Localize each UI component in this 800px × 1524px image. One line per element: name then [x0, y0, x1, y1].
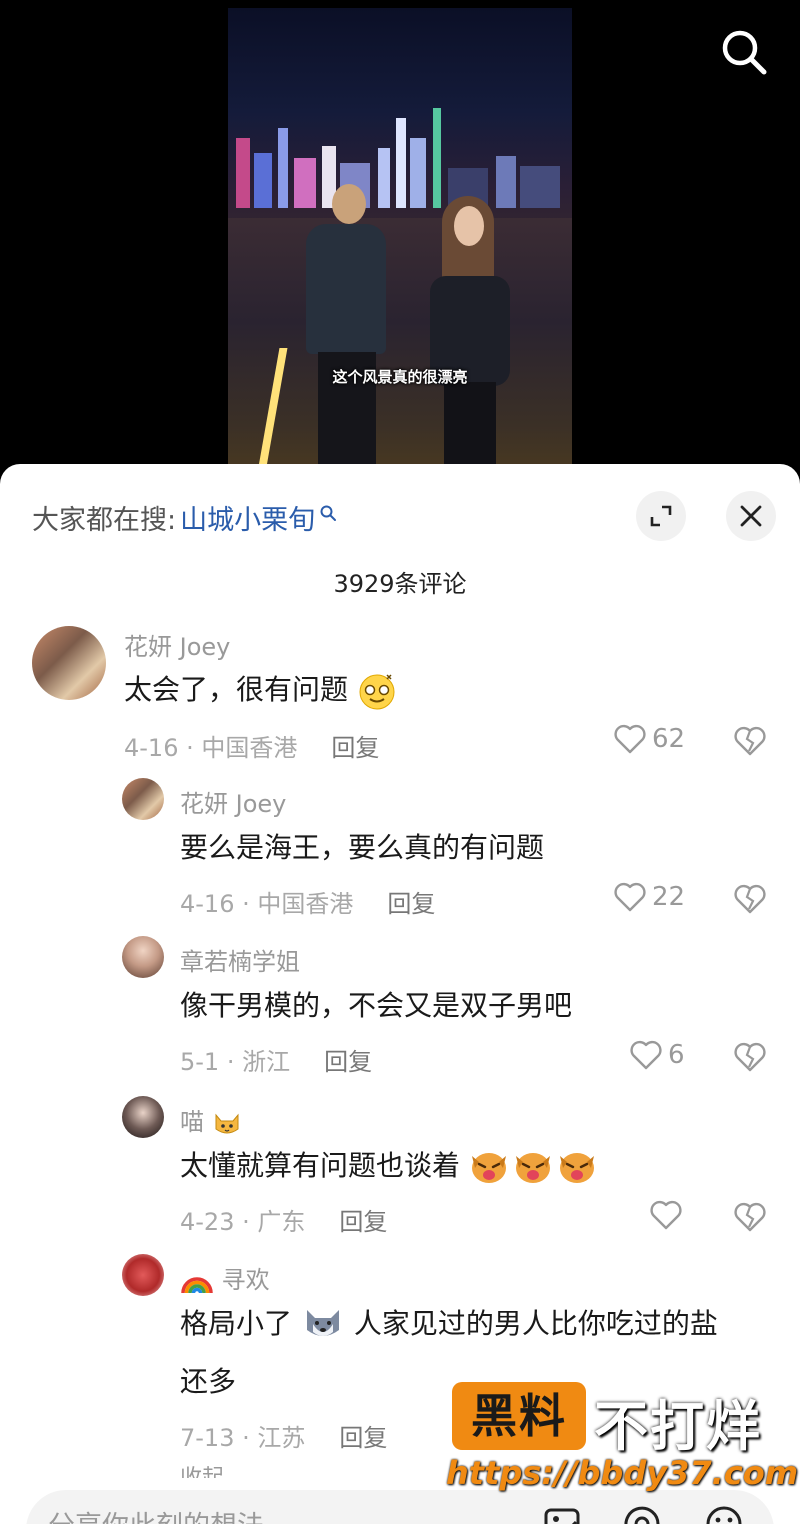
like-count: 62 [652, 724, 686, 754]
comment-item: 章若楠学姐 像干男模的，不会又是双子男吧 5-1 · 浙江 回复 6 [0, 934, 800, 1077]
comment-author[interactable]: 花妍 Joey [124, 627, 230, 662]
video-subtitle: 这个风景真的很漂亮 [332, 368, 468, 386]
broken-heart-icon [734, 1202, 766, 1232]
comment-text-part1: 格局小了 [180, 1307, 293, 1340]
comment-text: 太懂就算有问题也谈着 [180, 1146, 597, 1186]
person-woman [424, 196, 514, 476]
broken-heart-icon [734, 1042, 766, 1072]
dislike-button[interactable] [734, 726, 766, 760]
heart-icon [650, 1200, 682, 1230]
like-button[interactable]: 6 [630, 1040, 685, 1070]
comment-item: 花妍 Joey 要么是海王，要么真的有问题 4-16 · 中国香港 回复 22 [0, 776, 800, 919]
like-button[interactable] [650, 1200, 688, 1230]
avatar[interactable] [122, 778, 164, 820]
comment-input[interactable] [48, 1506, 508, 1524]
comment-sheet: 大家都在搜: 山城小栗旬 3929条评论 花妍 Joey 太会了，很有问题 4-… [0, 464, 800, 1524]
heart-icon [630, 1040, 662, 1070]
reply-button[interactable]: 回复 [387, 884, 435, 919]
close-icon [740, 505, 762, 527]
expand-button[interactable] [636, 491, 686, 541]
avatar[interactable] [122, 1096, 164, 1138]
like-button[interactable]: 22 [614, 882, 685, 912]
city-skyline [236, 108, 560, 208]
like-count: 6 [668, 1040, 685, 1070]
at-icon [624, 1506, 660, 1524]
comment-text-line2: 还多 [180, 1365, 237, 1398]
image-button[interactable] [542, 1504, 582, 1524]
dislike-button[interactable] [734, 1042, 766, 1076]
emoji-button[interactable] [704, 1504, 744, 1524]
husky-emoji-icon [306, 1310, 339, 1336]
video-frame[interactable]: 这个风景真的很漂亮 [228, 8, 572, 478]
watermark: 黑料 不打烊 https://bbdy37.com [446, 1380, 798, 1500]
comment-author: 寻欢 [180, 1260, 270, 1295]
hot-search-bar: 大家都在搜: 山城小栗旬 [32, 498, 337, 537]
hot-search-link[interactable]: 山城小栗旬 [180, 498, 315, 537]
image-icon [544, 1508, 580, 1524]
comment-text: 太会了，很有问题 [124, 670, 397, 711]
heart-icon [614, 724, 646, 754]
comment-text-content: 太懂就算有问题也谈着 [180, 1149, 461, 1182]
watermark-text: 不打烊 [594, 1395, 762, 1458]
watermark-url: https://bbdy37.com [446, 1454, 799, 1492]
rainbow-emoji-icon [181, 1277, 213, 1294]
mention-button[interactable] [622, 1504, 662, 1524]
comment-count: 3929条评论 [333, 570, 467, 598]
avatar[interactable] [122, 936, 164, 978]
search-button[interactable] [718, 26, 770, 78]
dog-face-emoji-icon [559, 1153, 594, 1183]
avatar[interactable] [32, 626, 106, 700]
comment-author-name[interactable]: 喵 [180, 1108, 204, 1136]
comment-date-location: 4-16 · 中国香港 [124, 734, 298, 762]
comment-date-location: 4-16 · 中国香港 [180, 890, 354, 918]
video-player[interactable]: 这个风景真的很漂亮 [0, 0, 800, 500]
hot-search-prefix: 大家都在搜: [32, 505, 177, 536]
expand-icon [650, 505, 672, 527]
comment-item: 花妍 Joey 太会了，很有问题 4-16 · 中国香港 回复 62 [0, 624, 800, 764]
dizzy-face-emoji-icon [359, 674, 395, 710]
comment-date-location: 5-1 · 浙江 [180, 1048, 291, 1076]
search-icon [722, 30, 767, 75]
comment-meta: 4-23 · 广东 回复 [180, 1202, 387, 1237]
collapse-label: 收起 [180, 1466, 224, 1478]
dog-face-emoji-icon [471, 1153, 506, 1183]
comment-text-part2: 人家见过的男人比你吃过的盐 [353, 1307, 718, 1340]
broken-heart-icon [734, 884, 766, 914]
like-count: 22 [652, 882, 686, 912]
comment-meta: 5-1 · 浙江 回复 [180, 1042, 372, 1077]
reply-button[interactable]: 回复 [339, 1418, 387, 1453]
dog-face-emoji-icon [515, 1153, 550, 1183]
cat-face-emoji-icon [215, 1113, 239, 1134]
comment-text: 要么是海王，要么真的有问题 [180, 831, 545, 864]
comment-author: 喵 [180, 1102, 242, 1137]
comment-author-name[interactable]: 寻欢 [222, 1266, 270, 1294]
comment-text: 格局小了 人家见过的男人比你吃过的盐 [180, 1304, 718, 1344]
like-button[interactable]: 62 [614, 724, 685, 754]
person-man [306, 184, 386, 474]
reply-button[interactable]: 回复 [324, 1042, 372, 1077]
comment-date-location: 4-23 · 广东 [180, 1208, 306, 1236]
dislike-button[interactable] [734, 1202, 766, 1236]
broken-heart-icon [734, 726, 766, 756]
collapse-replies-button[interactable]: 收起 [180, 1460, 224, 1478]
comment-meta: 4-16 · 中国香港 回复 [124, 728, 379, 763]
emoji-icon [706, 1506, 742, 1524]
comment-meta: 4-16 · 中国香港 回复 [180, 884, 435, 919]
comment-item: 喵 太懂就算有问题也谈着 4-23 · 广东 回复 [0, 1094, 800, 1237]
close-button[interactable] [726, 491, 776, 541]
comment-date-location: 7-13 · 江苏 [180, 1424, 306, 1452]
comment-author[interactable]: 花妍 Joey [180, 784, 286, 819]
heart-icon [614, 882, 646, 912]
dislike-button[interactable] [734, 884, 766, 918]
reply-button[interactable]: 回复 [331, 728, 379, 763]
comment-text: 像干男模的，不会又是双子男吧 [180, 989, 573, 1022]
comment-meta: 7-13 · 江苏 回复 [180, 1418, 387, 1453]
comment-text-content: 太会了，很有问题 [124, 673, 349, 706]
watermark-box: 黑料 [452, 1382, 586, 1450]
reply-button[interactable]: 回复 [339, 1202, 387, 1237]
avatar[interactable] [122, 1254, 164, 1296]
search-icon [320, 505, 337, 521]
comment-author[interactable]: 章若楠学姐 [180, 942, 300, 977]
